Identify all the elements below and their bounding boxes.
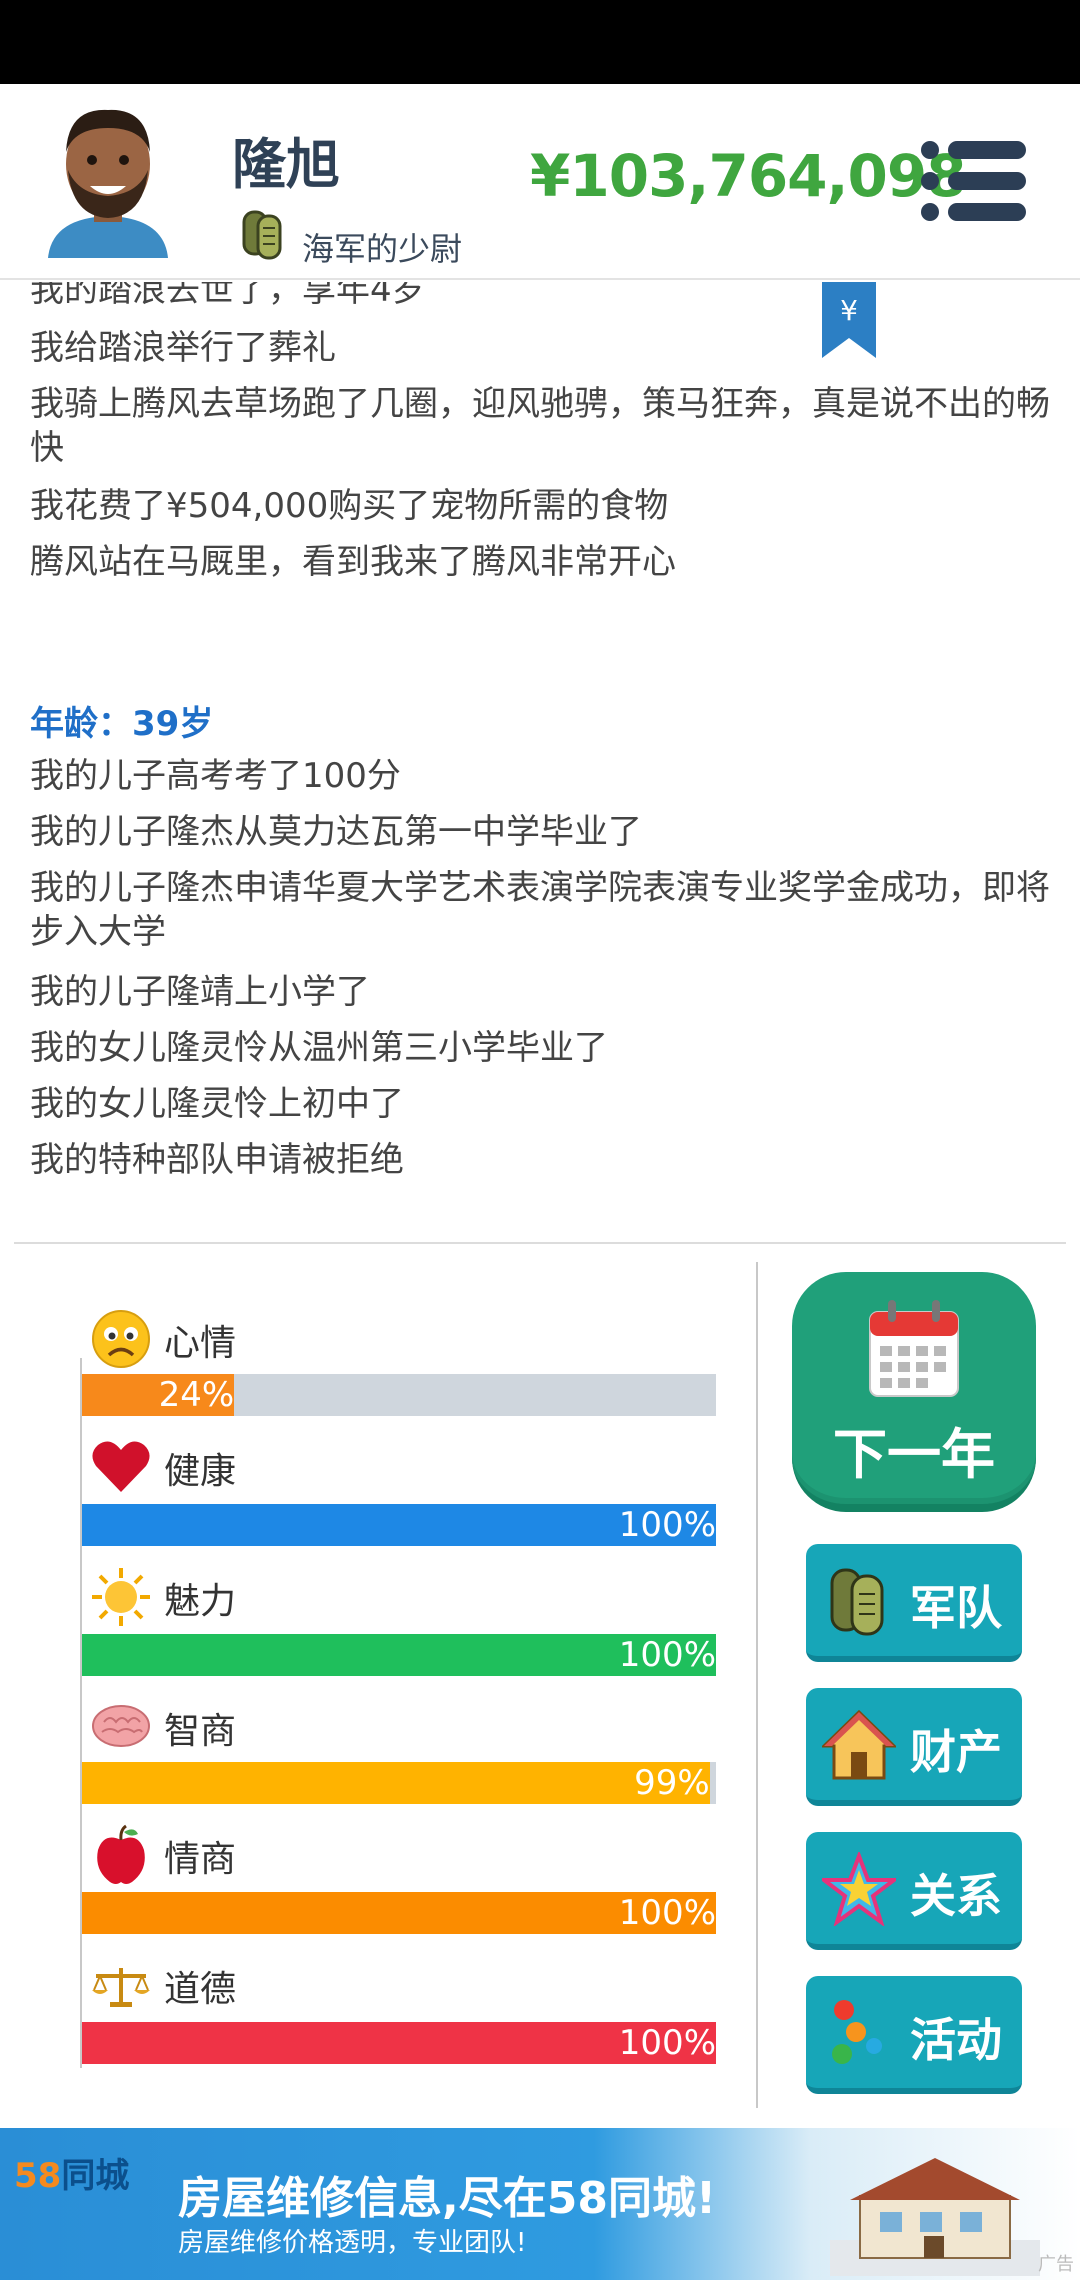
ad-banner[interactable]: 58同城 房屋维修信息,尽在58同城! 房屋维修价格透明，专业团队! 广告 (0, 2128, 1080, 2280)
log-line: 我的女儿隆灵怜上初中了 (30, 1084, 404, 1124)
stat-percent: 99% (634, 1763, 710, 1803)
stat-percent: 100% (618, 1505, 716, 1545)
calendar-icon (869, 1300, 959, 1397)
stat-percent: 24% (158, 1375, 235, 1415)
menu-icon[interactable] (920, 140, 1026, 222)
stat-label: 情商 (164, 1839, 237, 1880)
vertical-divider (756, 1262, 758, 2108)
avatar[interactable] (38, 98, 178, 258)
stat-bar-fill: 100% (82, 2022, 716, 2064)
event-log[interactable]: 我的踏浪去世了，享年4岁 ¥ 我给踏浪举行了葬礼 我骑上腾风去草场跑了几圈，迎风… (0, 282, 1080, 1242)
rank-label: 海军的少尉 (302, 230, 463, 268)
assets-button[interactable]: 财产 (806, 1688, 1022, 1806)
apple-icon (97, 1824, 145, 1884)
stat-label: 心情 (164, 1323, 237, 1364)
stat-bar-fill: 24% (82, 1374, 235, 1416)
mood-bar: 24% (82, 1374, 716, 1416)
charm-bar: 100% (82, 1634, 716, 1676)
army-label: 军队 (910, 1581, 1002, 1635)
activities-button[interactable]: 活动 (806, 1976, 1022, 2094)
stat-bar-fill: 99% (82, 1762, 710, 1804)
stat-label: 健康 (164, 1451, 237, 1492)
ad-tag: 广告 (1038, 2254, 1074, 2275)
stat-percent: 100% (618, 2023, 716, 2063)
log-line: 我的儿子高考考了100分 (30, 756, 401, 796)
log-line: 我的儿子隆杰从莫力达瓦第一中学毕业了 (30, 812, 642, 852)
ad-title: 房屋维修信息,尽在58同城! (178, 2173, 717, 2224)
stat-percent: 100% (618, 1893, 716, 1933)
stat-bar-fill: 100% (82, 1634, 716, 1676)
activities-label: 活动 (910, 2013, 1002, 2067)
dog-tag-icon (242, 210, 282, 260)
header: 隆旭 海军的少尉 ¥103,764,098 (0, 84, 1080, 280)
sun-icon (92, 1568, 150, 1626)
log-line: 我给踏浪举行了葬礼 (30, 328, 336, 368)
stat-percent: 100% (618, 1635, 716, 1675)
svg-text:¥: ¥ (840, 294, 858, 327)
stat-label: 魅力 (164, 1581, 237, 1622)
player-name: 隆旭 (232, 133, 340, 196)
log-line: 我骑上腾风去草场跑了几圈，迎风驰骋，策马狂奔，真是说不出的畅快 (30, 384, 1050, 468)
iq-bar: 99% (82, 1762, 716, 1804)
log-line: 我的儿子隆杰申请华夏大学艺术表演学院表演专业奖学金成功，即将步入大学 (30, 868, 1050, 952)
assets-label: 财产 (910, 1725, 1002, 1779)
relations-label: 关系 (910, 1869, 1002, 1923)
stat-bar-fill: 100% (82, 1504, 716, 1546)
log-line: 我的儿子隆靖上小学了 (30, 972, 370, 1012)
stats-panel: 心情 24% 健康 100% 魅力 100% 智商 99% 情商 100% 道德… (0, 1250, 760, 2090)
relations-button[interactable]: 关系 (806, 1832, 1022, 1950)
status-bar (0, 0, 1080, 84)
army-button[interactable]: 军队 (806, 1544, 1022, 1662)
log-line: 腾风站在马厩里，看到我来了腾风非常开心 (30, 542, 676, 582)
stat-bar-fill: 100% (82, 1892, 716, 1934)
age-heading: 年龄：39岁 (30, 704, 214, 744)
log-line: 我的女儿隆灵怜从温州第三小学毕业了 (30, 1028, 608, 1068)
heart-icon (92, 1441, 150, 1492)
stat-label: 道德 (164, 1969, 237, 2010)
star-icon (822, 1852, 896, 1926)
log-line: 我花费了¥504,000购买了宠物所需的食物 (30, 486, 669, 526)
next-year-button[interactable]: 下一年 (792, 1272, 1036, 1512)
sad-face-icon (92, 1310, 150, 1368)
money-balance: ¥103,764,098 (530, 142, 967, 210)
ad-subtitle: 房屋维修价格透明，专业团队! (178, 2228, 527, 2258)
ad-logo: 58同城 (14, 2156, 130, 2196)
morality-bar: 100% (82, 2022, 716, 2064)
divider (14, 1242, 1066, 1244)
stats-axis (80, 1358, 82, 2068)
log-line: 我的踏浪去世了，享年4岁 (30, 282, 426, 310)
eq-bar: 100% (82, 1892, 716, 1934)
next-year-label: 下一年 (833, 1423, 995, 1486)
health-bar: 100% (82, 1504, 716, 1546)
brain-icon (92, 1705, 150, 1747)
stat-label: 智商 (164, 1711, 237, 1752)
scales-icon (92, 1968, 150, 2007)
dog-tag-icon (830, 1568, 884, 1636)
activities-icon (832, 2000, 882, 2064)
house-illustration (830, 2158, 1040, 2276)
log-line: 我的特种部队申请被拒绝 (30, 1140, 404, 1180)
house-icon (822, 1709, 896, 1780)
